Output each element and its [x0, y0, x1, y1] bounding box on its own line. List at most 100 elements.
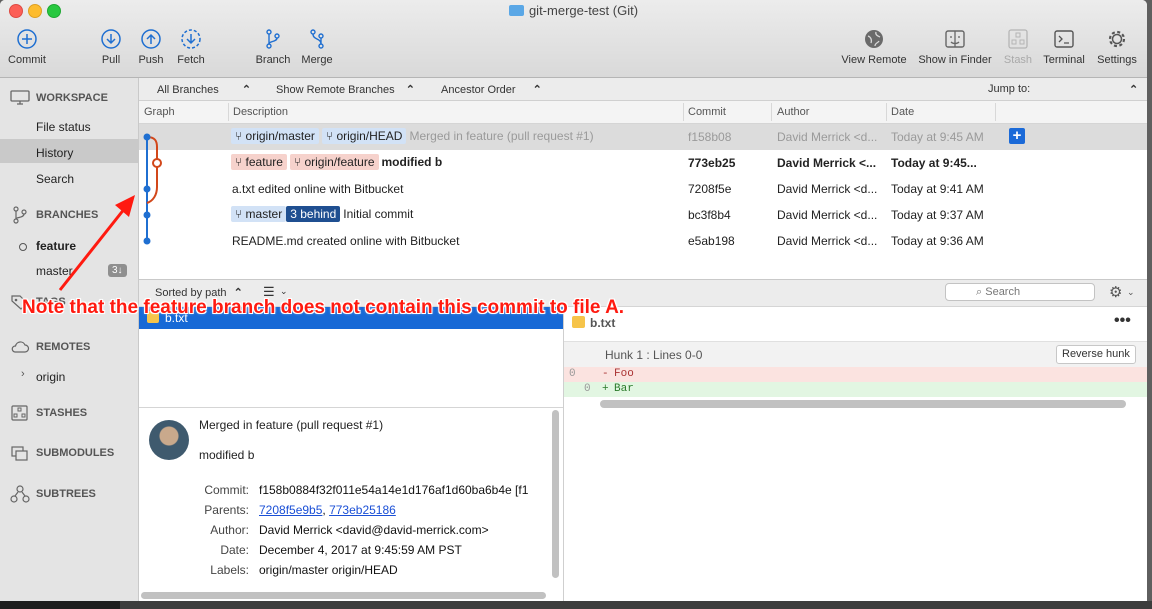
behind-count-tag: 3 behind — [286, 206, 341, 222]
commit-row[interactable]: ⑂ origin/master ⑂ origin/HEAD Merged in fe… — [139, 124, 1147, 150]
commit-date: Today at 9:36 AM — [891, 234, 984, 248]
commit-labels: origin/master origin/HEAD — [259, 563, 398, 577]
chevron-down-icon[interactable]: ⌄ — [280, 286, 288, 297]
branch-button[interactable]: Branch — [253, 28, 293, 66]
sidebar-remotes-header[interactable]: REMOTES — [10, 340, 90, 354]
stash-button[interactable]: Stash — [1002, 28, 1034, 66]
merge-button[interactable]: Merge — [298, 28, 336, 66]
sidebar-subtrees-header[interactable]: SUBTREES — [10, 485, 96, 503]
chevron-down-icon[interactable]: ⌄ — [1127, 287, 1135, 298]
commit-message-title: Merged in feature (pull request #1) — [199, 418, 384, 432]
finder-icon — [945, 30, 965, 48]
branch-tag[interactable]: ⑂ origin/master — [231, 128, 319, 144]
branch-tag[interactable]: ⑂ feature — [231, 154, 287, 170]
add-plus-button[interactable]: + — [1009, 128, 1025, 144]
all-branches-dropdown[interactable]: All Branches ⌃ — [157, 83, 251, 96]
annotation-arrow — [58, 195, 135, 291]
folder-icon — [508, 5, 524, 16]
commit-row[interactable]: ⑂ feature ⑂ origin/feature modified b 773e… — [139, 150, 1147, 176]
commit-row[interactable]: ⑂ master 3 behind Initial commit bc3f8b4 D… — [139, 202, 1147, 228]
column-separator — [886, 103, 887, 121]
graph-node[interactable] — [152, 158, 162, 168]
sidebar-item-file-status[interactable]: File status — [36, 120, 91, 134]
terminal-button[interactable]: Terminal — [1040, 28, 1088, 66]
file-search-input[interactable]: ⌕ Search — [945, 283, 1095, 301]
more-options-icon[interactable]: ••• — [1114, 312, 1131, 330]
commit-hash: bc3f8b4 — [688, 208, 731, 222]
sidebar-submodules-header[interactable]: SUBMODULES — [10, 445, 114, 461]
diff-horizontal-scrollbar[interactable] — [600, 400, 1126, 408]
column-date[interactable]: Date — [891, 106, 914, 118]
stash-icon — [11, 405, 28, 421]
commit-message: Merged in feature (pull request #1) — [409, 129, 594, 143]
current-branch-icon — [19, 243, 27, 251]
history-filter-bar: All Branches ⌃ Show Remote Branches ⌃ An… — [139, 78, 1147, 101]
commit-sha: f158b0884f32f011e54a14e1d176af1d60ba6b4e… — [259, 483, 529, 497]
sidebar: WORKSPACE File status History Search BRA… — [0, 78, 139, 601]
branch-icon: ⑂ — [235, 207, 243, 221]
fetch-button[interactable]: Fetch — [174, 28, 208, 66]
title-bar: git-merge-test (Git) Commit Pull Push Fe… — [0, 0, 1147, 78]
show-remote-branches-dropdown[interactable]: Show Remote Branches ⌃ — [276, 83, 415, 96]
sidebar-stashes-header[interactable]: STASHES — [10, 405, 87, 421]
updown-chevron-icon: ⌃ — [532, 84, 542, 96]
branch-icon — [266, 29, 280, 49]
column-separator — [995, 103, 996, 121]
commit-date: Today at 9:37 AM — [891, 208, 984, 222]
reverse-hunk-button[interactable]: Reverse hunk — [1056, 345, 1136, 364]
column-description[interactable]: Description — [233, 106, 288, 118]
commit-message: Initial commit — [343, 207, 414, 221]
sidebar-item-history[interactable]: History — [36, 146, 73, 160]
parent-link[interactable]: 7208f5e9b5 — [259, 503, 322, 517]
diff-file-header: b.txt ••• — [564, 310, 1147, 336]
commit-date: Today at 9:41 AM — [891, 182, 984, 196]
chevron-right-icon[interactable]: › — [21, 368, 25, 380]
annotation-text: Note that the feature branch does not co… — [22, 297, 625, 318]
column-author[interactable]: Author — [777, 106, 809, 118]
jump-to-dropdown[interactable]: ⌃ — [1129, 83, 1138, 96]
graph-line-feature — [146, 136, 158, 204]
commit-graph — [143, 133, 162, 245]
gear-icon — [1108, 30, 1126, 48]
sidebar-item-origin[interactable]: origin — [36, 370, 65, 384]
commit-hash: 773eb25 — [688, 156, 736, 170]
commit-row[interactable]: a.txt edited online with Bitbucket 7208f… — [139, 176, 1147, 202]
view-remote-button[interactable]: View Remote — [838, 28, 910, 66]
pull-icon — [101, 29, 121, 49]
push-icon — [141, 29, 161, 49]
avatar — [149, 420, 189, 460]
parent-link[interactable]: 773eb25186 — [329, 503, 396, 517]
sidebar-item-search[interactable]: Search — [36, 172, 74, 186]
merge-icon — [310, 29, 324, 49]
pull-button[interactable]: Pull — [96, 28, 126, 66]
globe-icon — [865, 30, 883, 48]
column-graph[interactable]: Graph — [144, 106, 175, 118]
commit-list-header: Graph Description Commit Author Date — [139, 101, 1147, 124]
commit-button[interactable]: Commit — [5, 28, 49, 66]
jump-to-label: Jump to: — [988, 83, 1031, 95]
branch-icon: ⑂ — [293, 155, 302, 169]
branch-icon: ⑂ — [235, 129, 243, 143]
commit-date-full: December 4, 2017 at 9:45:59 AM PST — [259, 543, 462, 557]
details-horizontal-scrollbar[interactable] — [141, 592, 546, 599]
commit-date: Today at 9:45... — [891, 156, 977, 170]
gear-icon[interactable]: ⚙ — [1109, 283, 1122, 301]
commit-row[interactable]: README.md created online with Bitbucket … — [139, 228, 1147, 254]
branch-tag[interactable]: ⑂ master — [231, 206, 287, 222]
submodule-icon — [11, 446, 28, 461]
commit-details-panel: Merged in feature (pull request #1) modi… — [139, 407, 563, 601]
stash-icon — [1008, 29, 1028, 49]
fetch-icon — [181, 29, 201, 49]
push-button[interactable]: Push — [136, 28, 166, 66]
column-commit[interactable]: Commit — [688, 106, 726, 118]
show-in-finder-button[interactable]: Show in Finder — [915, 28, 995, 66]
graph-node[interactable] — [143, 133, 151, 141]
commit-hash: e5ab198 — [688, 234, 735, 248]
branch-tag[interactable]: ⑂ origin/feature — [289, 154, 379, 170]
commit-message: README.md created online with Bitbucket — [232, 234, 460, 248]
ancestor-order-dropdown[interactable]: Ancestor Order ⌃ — [441, 83, 542, 96]
settings-button[interactable]: Settings — [1094, 28, 1140, 66]
details-vertical-scrollbar[interactable] — [552, 410, 559, 578]
branch-tag[interactable]: ⑂ origin/HEAD — [321, 128, 407, 144]
sidebar-workspace-header[interactable]: WORKSPACE — [10, 90, 108, 105]
